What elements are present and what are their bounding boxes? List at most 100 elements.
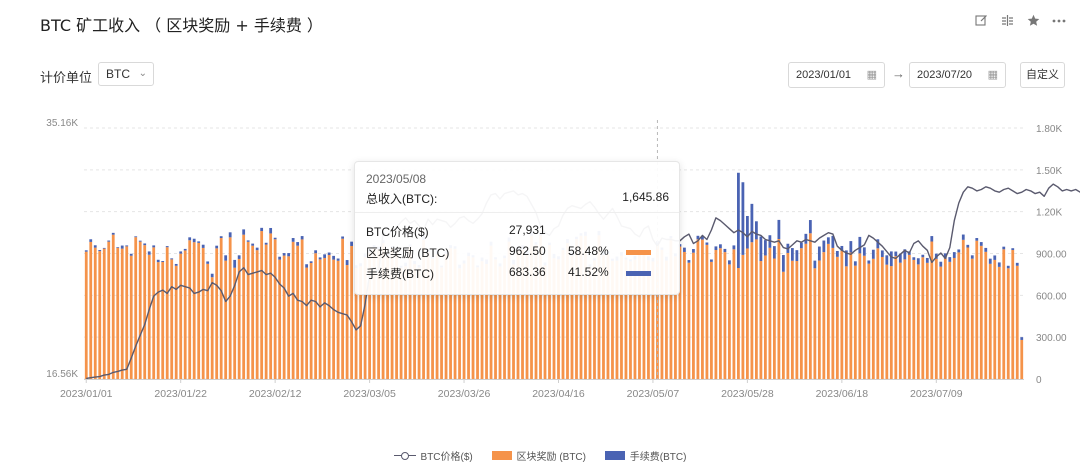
reward-bar [912, 259, 916, 379]
chart-tooltip: 2023/05/08 总收入(BTC): 1,645.86 BTC价格($) 2… [354, 161, 680, 295]
fee-bar [156, 259, 160, 263]
fee-bar [183, 248, 187, 251]
fee-bar [89, 239, 93, 242]
x-axis-tick-label: 2023/06/18 [816, 388, 869, 400]
reward-bar [898, 262, 902, 379]
fee-bar [332, 255, 336, 260]
fee-bar [278, 256, 282, 260]
fee-bar [921, 254, 925, 258]
right-axis-tick-label: 1.80K [1036, 124, 1062, 135]
reward-bar [907, 254, 911, 379]
reward-bar [683, 251, 686, 379]
fee-bar [763, 240, 767, 256]
x-axis-tick-label: 2023/03/05 [343, 388, 396, 400]
reward-bar [939, 266, 943, 379]
fee-bar [741, 182, 745, 255]
reward-bar [314, 253, 318, 379]
fee-bar [979, 242, 983, 246]
fee-bar [260, 227, 264, 232]
reward-bar [831, 247, 835, 379]
reward-bar [255, 250, 259, 379]
legend-item-fee[interactable]: 手续费(BTC) [604, 448, 687, 463]
fee-bar [849, 241, 853, 253]
reward-swatch [626, 250, 651, 255]
fee-bar [120, 245, 124, 249]
fee-bar [952, 252, 956, 258]
fee-bar [714, 246, 718, 251]
legend-label: 区块奖励 (BTC) [516, 452, 586, 463]
legend-item-reward[interactable]: 区块奖励 (BTC) [491, 448, 586, 463]
fee-bar [880, 250, 884, 257]
fee-bar [341, 236, 345, 239]
fee-bar [143, 243, 147, 246]
reward-bar [260, 231, 264, 379]
legend-label: 手续费(BTC) [629, 452, 687, 463]
reward-bar [264, 244, 268, 379]
reward-bar [889, 266, 893, 379]
reward-bar [795, 261, 799, 379]
reward-bar [251, 245, 255, 379]
reward-bar [687, 262, 691, 379]
reward-bar [183, 250, 187, 379]
reward-bar [750, 242, 754, 379]
fee-bar [336, 258, 340, 261]
reward-bar [813, 268, 817, 379]
fee-bar [925, 257, 929, 263]
reward-bar [997, 266, 1001, 379]
fee-bar [237, 255, 241, 259]
reward-bar [988, 263, 992, 379]
reward-bar [89, 241, 93, 379]
bar-swatch-icon [604, 451, 625, 460]
fee-bar [889, 251, 893, 267]
reward-bar [984, 251, 988, 379]
reward-bar [197, 242, 201, 379]
fee-bar [728, 260, 731, 265]
fee-bar [219, 236, 223, 239]
fee-bar [314, 250, 318, 254]
fee-bar [795, 250, 799, 262]
right-axis-tick-label: 1.50K [1036, 166, 1062, 177]
fee-bar [1002, 246, 1006, 250]
fee-bar [813, 260, 817, 269]
fee-bar [242, 229, 246, 235]
reward-bar [840, 250, 844, 379]
reward-bar [219, 238, 223, 379]
tooltip-row-price: BTC价格($) 27,931 [366, 223, 669, 239]
fee-bar [858, 236, 862, 254]
fee-bar [327, 252, 331, 256]
reward-bar [746, 248, 749, 379]
reward-bar [921, 257, 925, 379]
reward-bar [710, 261, 713, 379]
reward-bar [282, 255, 286, 379]
reward-bar [143, 245, 147, 379]
reward-bar [772, 258, 776, 379]
reward-bar [768, 247, 772, 379]
legend-item-price[interactable]: BTC价格($) [393, 448, 473, 463]
left-axis-tick-label: 35.16K [46, 118, 78, 129]
fee-bar [799, 242, 803, 249]
fee-bar [300, 236, 304, 240]
reward-bar [966, 247, 970, 379]
reward-bar [871, 258, 875, 379]
right-axis-tick-label: 600.00 [1036, 291, 1067, 302]
fee-bar [147, 251, 151, 255]
reward-bar [763, 255, 767, 379]
fee-bar [930, 236, 934, 242]
reward-bar [701, 239, 704, 379]
reward-bar [201, 247, 205, 379]
line-marker-icon [393, 451, 416, 461]
reward-bar [737, 268, 740, 379]
reward-bar [781, 271, 785, 379]
reward-bar [808, 233, 812, 379]
x-axis-tick-label: 2023/01/22 [154, 388, 207, 400]
left-axis-tick-label: 16.56K [46, 369, 78, 380]
right-axis-tick-label: 300.00 [1036, 333, 1067, 344]
reward-bar [948, 261, 952, 379]
fee-bar [687, 260, 691, 263]
fee-bar [984, 247, 988, 252]
fee-bar [102, 247, 106, 249]
reward-bar [1020, 339, 1024, 379]
tooltip-total-value: 1,645.86 [622, 190, 669, 204]
fee-bar [719, 244, 722, 249]
reward-bar [332, 259, 336, 379]
